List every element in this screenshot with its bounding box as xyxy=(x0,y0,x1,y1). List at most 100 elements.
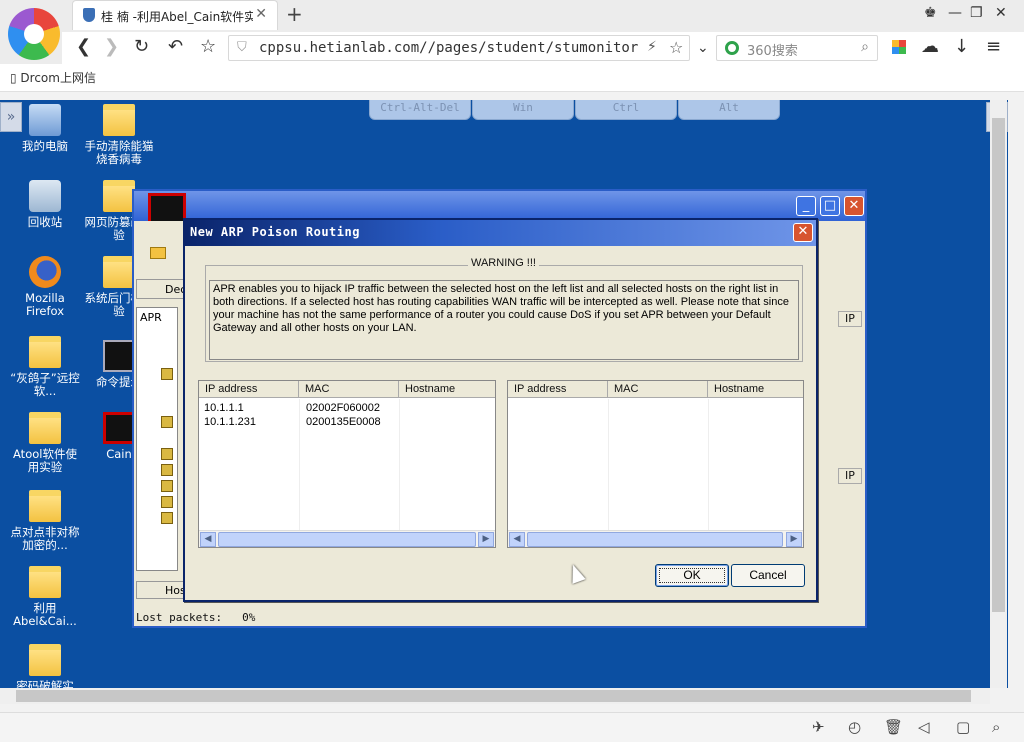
back-icon[interactable]: ❮ xyxy=(76,36,91,57)
bookmarks-bar: ▯ Drcom上网信 xyxy=(0,64,1024,92)
cloud-icon[interactable]: ☁ xyxy=(921,36,939,57)
horizontal-scroll-thumb[interactable] xyxy=(16,690,971,702)
close-window-button[interactable]: ✕ xyxy=(995,5,1007,21)
desktop-icon-folder[interactable]: 点对点非对称加密的... xyxy=(8,490,82,552)
address-bar[interactable]: ⛉ cppsu.hetianlab.com//pages/student/stu… xyxy=(228,35,690,61)
search-placeholder: 360搜索 xyxy=(747,44,798,59)
remote-desktop[interactable]: » « Ctrl-Alt-Del Win Ctrl Alt 我的电脑 手动清除能… xyxy=(0,100,1008,688)
new-tab-button[interactable]: + xyxy=(286,2,303,26)
ok-button[interactable]: OK xyxy=(655,564,729,587)
scroll-right-icon[interactable]: ▶ xyxy=(478,532,494,547)
dialog-close-button[interactable]: ✕ xyxy=(793,223,813,242)
browser-logo-icon[interactable] xyxy=(8,8,60,60)
grid-line xyxy=(708,399,709,539)
left-list-scrollbar[interactable]: ◀ ▶ xyxy=(199,530,495,547)
col-hostname[interactable]: Hostname xyxy=(399,381,495,398)
page-horizontal-scrollbar[interactable] xyxy=(0,688,990,704)
folder-icon xyxy=(29,566,61,598)
scroll-right-icon[interactable]: ▶ xyxy=(786,532,802,547)
search-box[interactable]: 360搜索 ⌕ xyxy=(716,35,878,61)
icon-label: 密码破解实 xyxy=(16,679,74,689)
lightning-icon[interactable]: ⚡ xyxy=(647,39,657,55)
cain-maximize-button[interactable]: □ xyxy=(820,196,840,216)
desktop-icon-folder[interactable]: Atool软件使用实验 xyxy=(8,412,82,474)
scroll-thumb[interactable] xyxy=(218,532,476,547)
search-engine-icon xyxy=(725,41,739,55)
win-key[interactable]: Win xyxy=(472,100,574,120)
dropdown-chevron-icon[interactable]: ⌄ xyxy=(697,40,709,56)
lock-icon xyxy=(161,448,173,460)
desktop-icon-recycle-bin[interactable]: 回收站 xyxy=(8,180,82,229)
bookmark-item[interactable]: ▯ Drcom上网信 xyxy=(10,69,96,86)
col-ip-address[interactable]: IP address xyxy=(199,381,299,398)
ctrl-alt-del-key[interactable]: Ctrl-Alt-Del xyxy=(369,100,471,120)
table-row[interactable]: 10.1.1.231 0200135E0008 xyxy=(199,415,495,429)
left-host-list[interactable]: IP address MAC Hostname 10.1.1.1 02002F0… xyxy=(198,380,496,548)
folder-icon xyxy=(29,644,61,676)
col-mac[interactable]: MAC xyxy=(299,381,399,398)
folder-icon xyxy=(103,256,135,288)
speedup-icon[interactable]: ◴ xyxy=(848,718,861,736)
right-list-scrollbar[interactable]: ◀ ▶ xyxy=(508,530,803,547)
table-row[interactable]: 10.1.1.1 02002F060002 xyxy=(199,401,495,415)
undo-icon[interactable]: ↶ xyxy=(168,36,183,57)
dialog-titlebar[interactable]: New ARP Poison Routing ✕ xyxy=(185,220,816,246)
page-vertical-scrollbar[interactable] xyxy=(990,100,1007,688)
bookmark-star-icon[interactable]: ☆ xyxy=(200,36,216,57)
url-text[interactable]: cppsu.hetianlab.com//pages/student/stumo… xyxy=(259,40,639,56)
window-icon[interactable]: ▢ xyxy=(956,718,970,736)
icon-label: 回收站 xyxy=(27,215,63,229)
pin-icon[interactable]: ✈ xyxy=(812,718,825,736)
icon-label: “灰鸽子”远控软... xyxy=(10,371,80,398)
ctrl-key[interactable]: Ctrl xyxy=(575,100,677,120)
reload-icon[interactable]: ↻ xyxy=(134,36,149,57)
col-mac[interactable]: MAC xyxy=(608,381,708,398)
icon-label: Mozilla Firefox xyxy=(25,291,65,318)
desktop-icon-my-computer[interactable]: 我的电脑 xyxy=(8,104,82,153)
shield-icon xyxy=(83,8,95,22)
forward-icon[interactable]: ❯ xyxy=(104,36,119,57)
tab-decoders[interactable]: Dec xyxy=(136,279,186,299)
ip-column-header[interactable]: IP xyxy=(838,468,862,484)
apr-dialog[interactable]: New ARP Poison Routing ✕ APR enables you… xyxy=(183,218,818,602)
desktop-icon-folder[interactable]: 手动清除能猫烧香病毒 xyxy=(82,104,156,166)
cancel-button[interactable]: Cancel xyxy=(731,564,805,587)
scroll-thumb[interactable] xyxy=(527,532,783,547)
cain-tree[interactable]: APR xyxy=(136,307,178,571)
col-hostname[interactable]: Hostname xyxy=(708,381,803,398)
minimize-button[interactable]: — xyxy=(948,5,962,21)
sound-icon[interactable]: ◁ xyxy=(918,718,930,736)
trash-icon[interactable]: 🗑 xyxy=(884,718,903,736)
tab-hosts[interactable]: Hos xyxy=(136,581,186,599)
lost-packets-label: Lost packets: xyxy=(136,611,223,624)
scroll-left-icon[interactable]: ◀ xyxy=(509,532,525,547)
desktop-icon-folder[interactable]: “灰鸽子”远控软... xyxy=(8,336,82,398)
alt-key[interactable]: Alt xyxy=(678,100,780,120)
computer-icon xyxy=(29,104,61,136)
scroll-left-icon[interactable]: ◀ xyxy=(200,532,216,547)
open-folder-icon[interactable] xyxy=(150,247,166,259)
desktop-icon-firefox[interactable]: Mozilla Firefox xyxy=(8,256,82,318)
cain-close-button[interactable]: ✕ xyxy=(844,196,864,216)
restore-button[interactable]: ❐ xyxy=(970,5,983,21)
cain-minimize-button[interactable]: _ xyxy=(796,196,816,216)
browser-tab[interactable]: 桂 楠 -利用Abel_Cain软件实 ✕ xyxy=(72,0,278,30)
zoom-icon[interactable]: ⌕ xyxy=(992,718,1000,736)
skin-icon[interactable]: ♚ xyxy=(924,5,937,21)
col-ip-address[interactable]: IP address xyxy=(508,381,608,398)
download-icon[interactable]: ↓ xyxy=(954,36,969,57)
favorite-icon[interactable]: ☆ xyxy=(669,38,683,57)
cell-mac: 0200135E0008 xyxy=(306,416,381,428)
folder-icon xyxy=(103,180,135,212)
desktop-icon-folder[interactable]: 利用 Abel&Cai... xyxy=(8,566,82,628)
cain-titlebar[interactable]: _ □ ✕ xyxy=(134,191,865,227)
cmd-icon xyxy=(103,340,135,372)
tab-close-icon[interactable]: ✕ xyxy=(255,6,267,22)
vertical-scroll-thumb[interactable] xyxy=(992,118,1005,612)
desktop-icon-folder[interactable]: 密码破解实 xyxy=(8,644,82,688)
right-host-list[interactable]: IP address MAC Hostname ◀ ▶ xyxy=(507,380,804,548)
search-icon[interactable]: ⌕ xyxy=(861,39,869,55)
ip-column-header[interactable]: IP xyxy=(838,311,862,327)
apps-icon[interactable] xyxy=(892,40,906,54)
menu-icon[interactable]: ≡ xyxy=(986,36,1001,57)
